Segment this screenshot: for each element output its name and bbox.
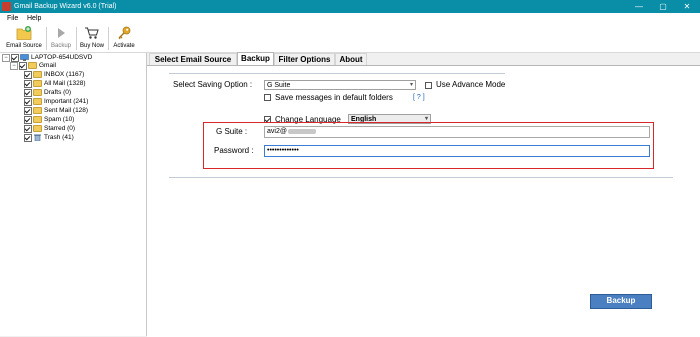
default-folders-label: Save messages in default folders [275, 93, 393, 102]
folder-icon [33, 89, 42, 96]
toolbar-separator [76, 27, 77, 50]
minimize-button[interactable]: — [628, 0, 650, 13]
password-value: ••••••••••••• [267, 147, 299, 154]
folder-checkbox[interactable] [24, 98, 32, 106]
folder-checkbox[interactable] [24, 89, 32, 97]
tree-account-label: Gmail [39, 62, 56, 69]
activate-button[interactable]: Activate [110, 24, 138, 52]
default-folders-checkbox[interactable] [264, 94, 271, 101]
email-source-button[interactable]: Email Source [3, 24, 45, 52]
folder-label: INBOX (1167) [44, 71, 85, 78]
advance-mode-label: Use Advance Mode [436, 80, 506, 89]
title-bar: Gmail Backup Wizard v6.0 (Trial) — ▢ ✕ [0, 0, 700, 13]
folder-icon [33, 98, 42, 105]
menu-bar: File Help [0, 13, 700, 24]
help-link[interactable]: [ ? ] [413, 93, 425, 103]
folder-checkbox[interactable] [24, 125, 32, 133]
gsuite-label: G Suite : [216, 127, 248, 136]
folder-icon [33, 125, 42, 132]
saving-option-select[interactable]: G Suite ▾ [264, 80, 416, 90]
menu-help[interactable]: Help [27, 14, 41, 24]
buy-now-label: Buy Now [79, 43, 104, 49]
folder-tree-pane: − LAPTOP-654UDSVD − Gmail INBOX (1167) A… [0, 53, 147, 336]
play-icon [58, 28, 65, 38]
account-checkbox[interactable] [19, 62, 27, 70]
backup-toolbar-button[interactable]: Backup [48, 24, 74, 52]
tab-select-email-source[interactable]: Select Email Source [149, 53, 237, 65]
collapse-icon[interactable]: − [2, 54, 10, 62]
bottom-divider [169, 177, 673, 178]
tree-folder-row[interactable]: Starred (0) [24, 124, 142, 133]
tab-backup[interactable]: Backup [237, 52, 274, 66]
tree-folder-row[interactable]: Sent Mail (128) [24, 106, 142, 115]
tree-folder-row[interactable]: INBOX (1167) [24, 70, 142, 79]
tree-account-row[interactable]: − Gmail [10, 61, 142, 70]
backup-panel: Select Saving Option : G Suite ▾ Use Adv… [147, 65, 700, 337]
app-icon [2, 2, 11, 11]
tree-folder-row[interactable]: Drafts (0) [24, 88, 142, 97]
folder-icon [33, 71, 42, 78]
folder-icon [33, 80, 42, 87]
password-label: Password : [214, 146, 254, 155]
toolbar-separator [108, 27, 109, 50]
folder-label: Sent Mail (128) [44, 107, 89, 114]
toolbar: Email Source Backup Buy Now Activate [0, 24, 700, 53]
tree-folder-row[interactable]: Spam (10) [24, 115, 142, 124]
password-field[interactable]: ••••••••••••• [264, 145, 650, 157]
redacted-text [287, 128, 316, 134]
folder-label: All Mail (1328) [44, 80, 86, 87]
folder-label: Spam (10) [44, 116, 75, 123]
top-divider [169, 73, 505, 74]
tab-filter-options[interactable]: Filter Options [274, 53, 335, 65]
folder-checkbox[interactable] [24, 116, 32, 124]
saving-option-label: Select Saving Option : [173, 80, 253, 89]
menu-file[interactable]: File [7, 14, 18, 24]
collapse-icon[interactable]: − [10, 62, 18, 70]
computer-icon [20, 54, 29, 61]
backup-toolbar-label: Backup [50, 43, 71, 49]
email-source-label: Email Source [6, 43, 42, 49]
cart-icon [85, 27, 99, 39]
folder-icon [33, 116, 42, 123]
folder-label: Important (241) [44, 98, 89, 105]
backup-button[interactable]: Backup [590, 294, 652, 309]
folder-label: Trash (41) [44, 134, 74, 141]
add-folder-icon [16, 26, 32, 40]
maximize-button[interactable]: ▢ [652, 0, 674, 13]
tab-strip: Select Email Source Backup Filter Option… [147, 52, 700, 66]
gsuite-email-field[interactable]: avi2@ [264, 126, 650, 138]
saving-option-value: G Suite [267, 82, 291, 89]
tree-folder-row[interactable]: Important (241) [24, 97, 142, 106]
chevron-down-icon: ▾ [409, 82, 413, 88]
window-title: Gmail Backup Wizard v6.0 (Trial) [14, 3, 117, 10]
tree-folder-row[interactable]: Trash (41) [24, 133, 142, 142]
trash-icon [34, 134, 41, 141]
folder-checkbox[interactable] [24, 80, 32, 88]
folder-label: Starred (0) [44, 125, 76, 132]
folder-label: Drafts (0) [44, 89, 72, 96]
tree-folder-row[interactable]: All Mail (1328) [24, 79, 142, 88]
activate-label: Activate [113, 43, 135, 49]
folder-checkbox[interactable] [24, 134, 32, 142]
folder-icon [33, 107, 42, 114]
close-button[interactable]: ✕ [676, 0, 698, 13]
advance-mode-checkbox[interactable] [425, 82, 432, 89]
key-icon [118, 26, 131, 40]
gsuite-email-value: avi2@ [267, 128, 287, 135]
folder-icon [28, 62, 37, 69]
tab-about[interactable]: About [335, 53, 367, 65]
buy-now-button[interactable]: Buy Now [78, 24, 106, 52]
toolbar-separator [46, 27, 47, 50]
folder-checkbox[interactable] [24, 107, 32, 115]
folder-checkbox[interactable] [24, 71, 32, 79]
